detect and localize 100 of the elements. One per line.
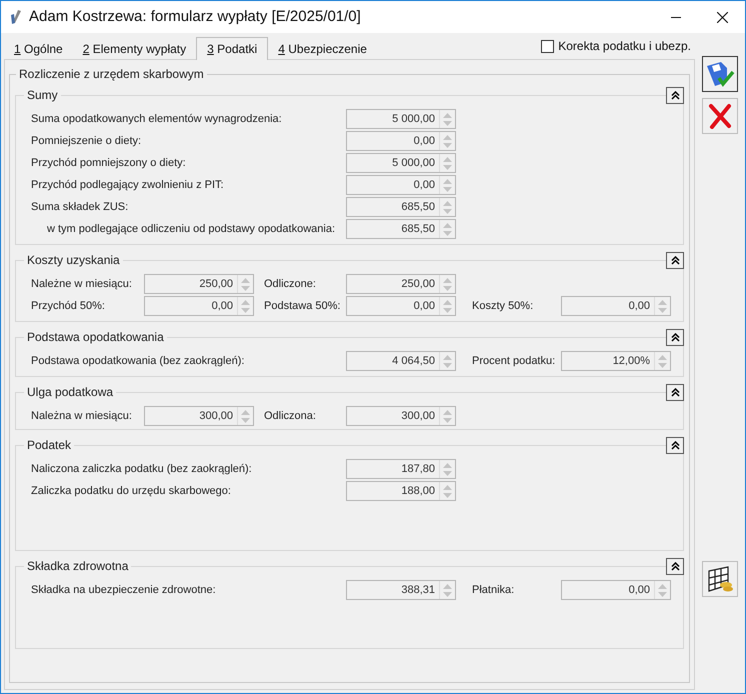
spin-up-icon[interactable] <box>443 410 452 414</box>
correction-checkbox[interactable]: Korekta podatku i ubezp. <box>541 37 691 55</box>
spin-up-icon[interactable] <box>443 178 452 184</box>
number-field[interactable]: 5 000,00 <box>346 109 456 129</box>
number-field[interactable]: 188,00 <box>346 481 456 501</box>
number-field[interactable]: 250,00 <box>144 274 254 294</box>
floppy-check-icon <box>705 60 735 88</box>
spin-down-icon[interactable] <box>443 230 452 236</box>
section-title: Ulga podatkowa <box>24 385 116 400</box>
number-field[interactable]: 4 064,50 <box>346 351 456 371</box>
spin-down-icon[interactable] <box>241 308 250 312</box>
spin-down-icon[interactable] <box>443 186 452 192</box>
tab[interactable]: 2 Elementy wypłaty <box>72 39 196 59</box>
spin-up-icon[interactable] <box>443 134 452 140</box>
tab[interactable]: 3 Podatki <box>196 37 268 60</box>
spin-up-icon[interactable] <box>241 410 250 414</box>
collapse-button[interactable] <box>666 329 684 346</box>
tab[interactable]: 1 Ogólne <box>4 39 73 59</box>
spin-up-icon[interactable] <box>241 300 250 304</box>
collapse-button[interactable] <box>666 437 684 454</box>
spin-down-icon[interactable] <box>658 592 667 596</box>
field-label: Płatnika: <box>472 582 516 598</box>
spin-down-icon[interactable] <box>443 286 452 290</box>
section-title: Sumy <box>24 88 61 103</box>
spin-up-icon[interactable] <box>658 354 667 360</box>
spin-up-icon[interactable] <box>241 278 250 282</box>
window-title: Adam Kostrzewa: formularz wypłaty [E/2025/01/0] <box>29 6 361 27</box>
spin-down-icon[interactable] <box>443 142 452 148</box>
number-field[interactable]: 0,00 <box>561 580 671 600</box>
cancel-button[interactable] <box>702 98 738 134</box>
field-label: Należna w miesiącu: <box>31 408 133 424</box>
spin-up-icon[interactable] <box>443 462 452 468</box>
section-title: Koszty uzyskania <box>24 253 123 268</box>
save-button[interactable] <box>702 56 738 92</box>
collapse-button[interactable] <box>666 558 684 575</box>
number-field[interactable]: 0,00 <box>144 296 254 316</box>
field-label: Koszty 50%: <box>472 298 534 314</box>
spin-up-icon[interactable] <box>443 222 452 228</box>
spin-down-icon[interactable] <box>443 592 452 596</box>
number-field[interactable]: 0,00 <box>346 131 456 151</box>
field-label: Należne w miesiącu: <box>31 276 133 292</box>
field-label: w tym podlegające odliczeniu od podstawy opodatkowania: <box>46 222 336 237</box>
spin-down-icon[interactable] <box>443 164 452 170</box>
field-label: Suma opodatkowanych elementów wynagrodzenia: <box>31 112 283 127</box>
number-field[interactable]: 5 000,00 <box>346 153 456 173</box>
double-chevron-up-icon <box>670 441 680 450</box>
collapse-button[interactable] <box>666 87 684 104</box>
double-chevron-up-icon <box>670 256 680 265</box>
number-field[interactable]: 0,00 <box>346 296 456 316</box>
spin-down-icon[interactable] <box>443 362 452 368</box>
spin-down-icon[interactable] <box>443 492 452 498</box>
field-label: Pomniejszenie o diety: <box>31 134 142 149</box>
spin-up-icon[interactable] <box>443 156 452 162</box>
field-label: Procent podatku: <box>472 354 556 369</box>
field-label: Zaliczka podatku do urzędu skarbowego: <box>31 484 232 499</box>
close-icon <box>716 12 728 22</box>
spin-down-icon[interactable] <box>241 286 250 290</box>
minimize-icon <box>671 16 681 18</box>
field-label: Naliczona zaliczka podatku (bez zaokrągleń): <box>31 462 253 477</box>
spin-up-icon[interactable] <box>443 112 452 118</box>
spin-up-icon[interactable] <box>443 584 452 588</box>
spin-down-icon[interactable] <box>241 418 250 422</box>
spin-up-icon[interactable] <box>443 278 452 282</box>
spin-down-icon[interactable] <box>443 418 452 422</box>
field-label: Przychód podlegający zwolnieniu z PIT: <box>31 178 225 193</box>
spin-up-icon[interactable] <box>443 484 452 490</box>
spin-up-icon[interactable] <box>443 200 452 206</box>
collapse-button[interactable] <box>666 384 684 401</box>
spin-down-icon[interactable] <box>658 362 667 368</box>
section-title: Podstawa opodatkowania <box>24 330 167 345</box>
spin-up-icon[interactable] <box>658 300 667 304</box>
number-field[interactable]: 12,00% <box>561 351 671 371</box>
number-field[interactable]: 300,00 <box>346 406 456 426</box>
spin-up-icon[interactable] <box>443 354 452 360</box>
cross-icon <box>708 103 732 129</box>
number-field[interactable]: 300,00 <box>144 406 254 426</box>
spin-down-icon[interactable] <box>443 208 452 214</box>
number-field[interactable]: 0,00 <box>346 175 456 195</box>
spin-down-icon[interactable] <box>443 120 452 126</box>
spin-down-icon[interactable] <box>658 308 667 312</box>
field-label: Przychód 50%: <box>31 298 106 314</box>
field-label: Przychód pomniejszony o diety: <box>31 156 187 171</box>
number-field[interactable]: 187,80 <box>346 459 456 479</box>
tab[interactable]: 4 Ubezpieczenie <box>268 39 377 59</box>
spin-down-icon[interactable] <box>443 308 452 312</box>
spin-up-icon[interactable] <box>443 300 452 304</box>
table-coins-icon <box>706 565 734 593</box>
number-field[interactable]: 250,00 <box>346 274 456 294</box>
field-label: Podstawa 50%: <box>264 298 342 314</box>
number-field[interactable]: 388,31 <box>346 580 456 600</box>
spin-down-icon[interactable] <box>443 470 452 476</box>
app-icon <box>9 9 23 25</box>
spin-up-icon[interactable] <box>658 584 667 588</box>
number-field[interactable]: 0,00 <box>561 296 671 316</box>
collapse-button[interactable] <box>666 252 684 269</box>
double-chevron-up-icon <box>670 562 680 571</box>
field-label: Składka na ubezpieczenie zdrowotne: <box>31 582 217 598</box>
number-field[interactable]: 685,50 <box>346 197 456 217</box>
number-field[interactable]: 685,50 <box>346 219 456 239</box>
table-coins-button[interactable] <box>702 561 738 597</box>
